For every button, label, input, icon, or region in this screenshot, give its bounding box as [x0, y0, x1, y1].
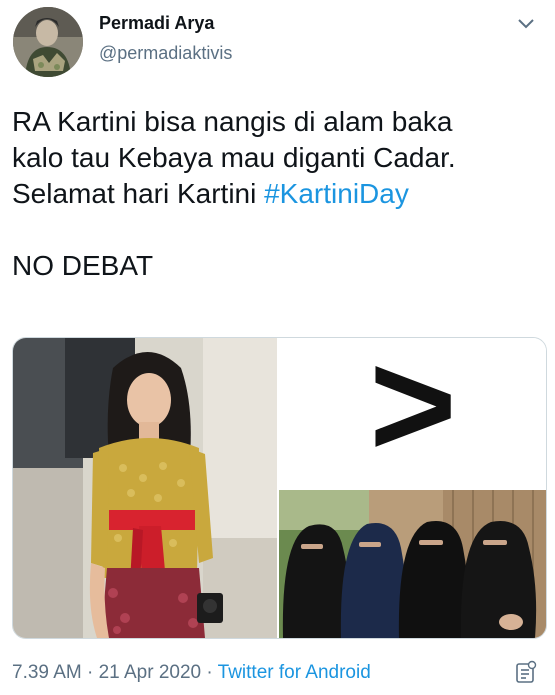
tweet-line-3-text: Selamat hari Kartini — [12, 178, 265, 209]
tweet-media[interactable]: > — [12, 337, 547, 639]
tweet-line-3: Selamat hari Kartini #KartiniDay — [12, 176, 542, 212]
tweet-meta: 7.39 AM · 21 Apr 2020 · Twitter for Andr… — [12, 662, 371, 684]
tweet-text: RA Kartini bisa nangis di alam baka kalo… — [12, 104, 542, 284]
author-name[interactable]: Permadi Arya — [99, 13, 214, 34]
tweet: Permadi Arya @permadiaktivis RA Kartini … — [0, 0, 555, 695]
comparison-symbol: > — [369, 338, 457, 488]
media-collage: > — [13, 338, 546, 638]
tweet-source-link[interactable]: Twitter for Android — [218, 662, 371, 683]
meta-separator-2: · — [201, 662, 218, 683]
analytics-icon[interactable] — [515, 660, 537, 684]
comparison-panel: > — [279, 338, 546, 488]
avatar[interactable] — [13, 7, 83, 77]
tweet-line-4: NO DEBAT — [12, 250, 154, 281]
author-handle[interactable]: @permadiaktivis — [99, 43, 232, 64]
tweet-time[interactable]: 7.39 AM — [12, 662, 82, 683]
avatar-image — [13, 7, 83, 77]
kebaya-photo — [13, 338, 277, 638]
tweet-line-2: kalo tau Kebaya mau diganti Cadar. — [12, 142, 456, 173]
tweet-date[interactable]: 21 Apr 2020 — [99, 662, 201, 683]
tweet-line-1: RA Kartini bisa nangis di alam baka — [12, 106, 453, 137]
chevron-down-icon[interactable] — [517, 18, 535, 30]
hashtag-link[interactable]: #KartiniDay — [264, 178, 409, 209]
cadar-photo — [279, 490, 546, 638]
meta-separator: · — [81, 662, 99, 683]
